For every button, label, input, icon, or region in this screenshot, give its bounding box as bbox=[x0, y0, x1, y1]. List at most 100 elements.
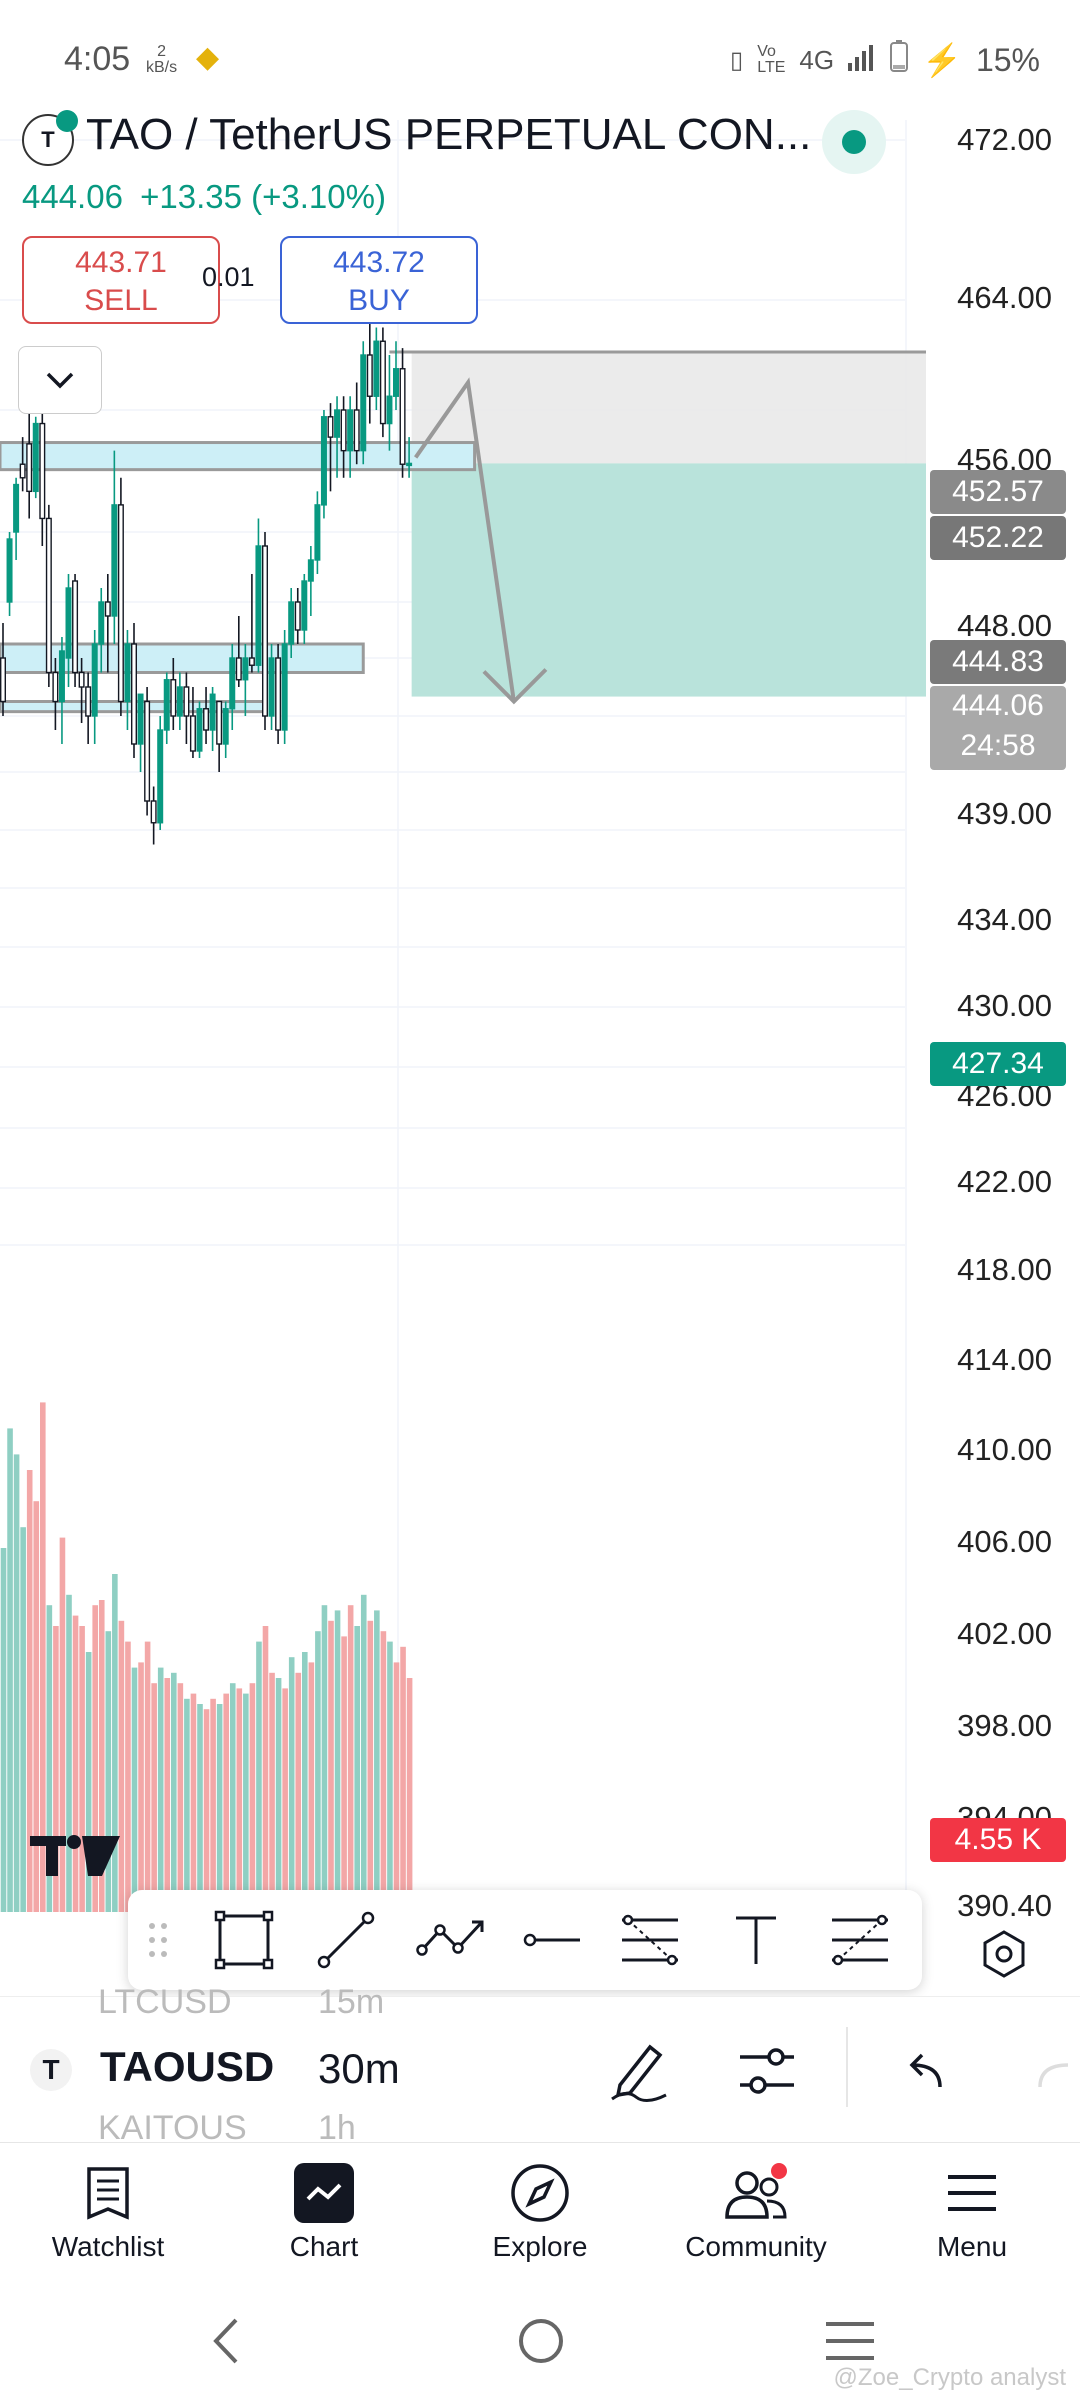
high-price-tag: 452.57 bbox=[930, 470, 1066, 514]
drag-handle-icon[interactable] bbox=[128, 1910, 188, 1970]
candle-body bbox=[235, 657, 242, 681]
last-price: 444.06 bbox=[22, 178, 123, 215]
volume-bar bbox=[406, 1678, 413, 1912]
candle-body bbox=[144, 700, 151, 802]
volume-bar bbox=[308, 1662, 315, 1912]
nav-menu-label: Menu bbox=[936, 2231, 1008, 2262]
symbol-selector[interactable]: TAOUSD bbox=[100, 2043, 274, 2091]
candle-body bbox=[137, 693, 144, 745]
volume-bar bbox=[374, 1610, 380, 1912]
volume-bar bbox=[203, 1709, 210, 1912]
volume-bar bbox=[360, 1594, 367, 1912]
volume-tag: 4.55 K bbox=[930, 1818, 1066, 1862]
home-button[interactable] bbox=[516, 2316, 566, 2371]
pen-icon bbox=[611, 2044, 667, 2102]
recents-button[interactable] bbox=[824, 2320, 876, 2367]
volume-bar bbox=[20, 1527, 26, 1912]
symbol-option[interactable]: LTCUSD bbox=[98, 1983, 232, 2022]
chart-icon bbox=[294, 2163, 354, 2223]
fib-extension-tool-icon[interactable] bbox=[828, 1910, 892, 1970]
candle-body bbox=[262, 545, 269, 717]
path-tool-icon[interactable] bbox=[416, 1910, 488, 1970]
nav-menu[interactable]: Menu bbox=[882, 2155, 1062, 2263]
nav-chart-label: Chart bbox=[289, 2231, 359, 2262]
drawing-tools-button[interactable] bbox=[606, 2037, 672, 2108]
interval-selector[interactable]: 30m bbox=[318, 2045, 400, 2093]
candle-body bbox=[91, 643, 98, 717]
watermark: @Zoe_Crypto analyst bbox=[833, 2364, 1066, 2391]
candle-body bbox=[163, 679, 170, 731]
axis-label: 422.00 bbox=[957, 1164, 1052, 1199]
candle-body bbox=[320, 416, 327, 506]
redo-icon bbox=[1038, 2063, 1069, 2088]
axis-label: 434.00 bbox=[957, 902, 1052, 937]
buy-label: BUY bbox=[348, 284, 410, 317]
spread-value: 0.01 bbox=[202, 262, 255, 292]
candle-body bbox=[98, 601, 105, 645]
volume-bar bbox=[197, 1704, 203, 1912]
support-zone bbox=[0, 642, 365, 674]
indicators-button[interactable] bbox=[736, 2041, 798, 2106]
volume-bar bbox=[144, 1641, 151, 1912]
axis-label: 410.00 bbox=[957, 1432, 1052, 1467]
nav-community-label: Community bbox=[685, 2231, 827, 2262]
symbol-logo-small-text: T bbox=[42, 2054, 60, 2085]
nav-watchlist-label: Watchlist bbox=[51, 2231, 165, 2262]
volume-bar bbox=[151, 1683, 157, 1912]
chart-settings-icon[interactable] bbox=[976, 1926, 1032, 1987]
toolbar-divider bbox=[846, 2027, 848, 2107]
volume-bar bbox=[13, 1454, 20, 1912]
trend-line-tool-icon[interactable] bbox=[314, 1910, 378, 1970]
signal-icon bbox=[848, 42, 876, 79]
fib-retracement-tool-icon[interactable] bbox=[618, 1910, 682, 1970]
candle-body bbox=[347, 409, 354, 452]
candle-body bbox=[19, 463, 26, 479]
axis-label: 406.00 bbox=[957, 1524, 1052, 1559]
candle-body bbox=[216, 700, 223, 745]
volume-bar bbox=[275, 1678, 282, 1912]
collapse-button[interactable] bbox=[18, 346, 102, 414]
undo-icon bbox=[909, 2053, 942, 2088]
buy-button[interactable]: 443.72 BUY bbox=[280, 236, 478, 324]
nav-explore[interactable]: Explore bbox=[450, 2155, 630, 2263]
volume-bar bbox=[171, 1672, 177, 1912]
status-time: 4:05 bbox=[64, 40, 131, 78]
last-price-tag: 444.06 24:58 bbox=[930, 686, 1066, 770]
axis-label: 472.00 bbox=[957, 122, 1052, 157]
candle-body bbox=[366, 354, 373, 397]
volume-bar bbox=[157, 1667, 164, 1912]
undo-button[interactable] bbox=[900, 2047, 950, 2102]
candle-body bbox=[196, 708, 203, 752]
horizontal-ray-tool-icon[interactable] bbox=[520, 1910, 584, 1970]
community-icon bbox=[725, 2163, 787, 2219]
bar-countdown: 24:58 bbox=[960, 729, 1036, 762]
candle-body bbox=[314, 504, 321, 561]
nav-explore-label: Explore bbox=[492, 2231, 588, 2262]
volume-bar bbox=[190, 1693, 197, 1912]
menu-icon bbox=[948, 2175, 996, 2211]
stop-zone bbox=[411, 351, 926, 464]
candle-body bbox=[65, 587, 72, 659]
candle-body bbox=[39, 422, 46, 520]
candle-body bbox=[78, 671, 85, 688]
nav-watchlist[interactable]: Watchlist bbox=[18, 2155, 198, 2263]
home-icon bbox=[519, 2319, 563, 2363]
volume-bar bbox=[131, 1667, 138, 1912]
candle-body bbox=[13, 483, 20, 533]
volume-bar bbox=[269, 1672, 275, 1912]
nav-community[interactable]: Community bbox=[666, 2155, 846, 2263]
axis-label: 414.00 bbox=[957, 1342, 1052, 1377]
symbol-title[interactable]: TAO / TetherUS PERPETUAL CON... bbox=[86, 110, 811, 160]
back-button[interactable] bbox=[206, 2316, 246, 2371]
candle-body bbox=[104, 601, 111, 617]
rectangle-tool-icon[interactable] bbox=[212, 1910, 276, 1970]
nav-chart[interactable]: Chart bbox=[234, 2155, 414, 2263]
candle-body bbox=[117, 504, 124, 703]
volume-bar bbox=[321, 1605, 328, 1912]
sell-button[interactable]: 443.71 SELL bbox=[22, 236, 220, 324]
volume-bar bbox=[315, 1631, 321, 1912]
volume-bar bbox=[387, 1641, 393, 1912]
text-tool-icon[interactable] bbox=[724, 1910, 788, 1970]
interval-option[interactable]: 15m bbox=[318, 1983, 384, 2022]
redo-button[interactable] bbox=[1034, 2047, 1080, 2102]
